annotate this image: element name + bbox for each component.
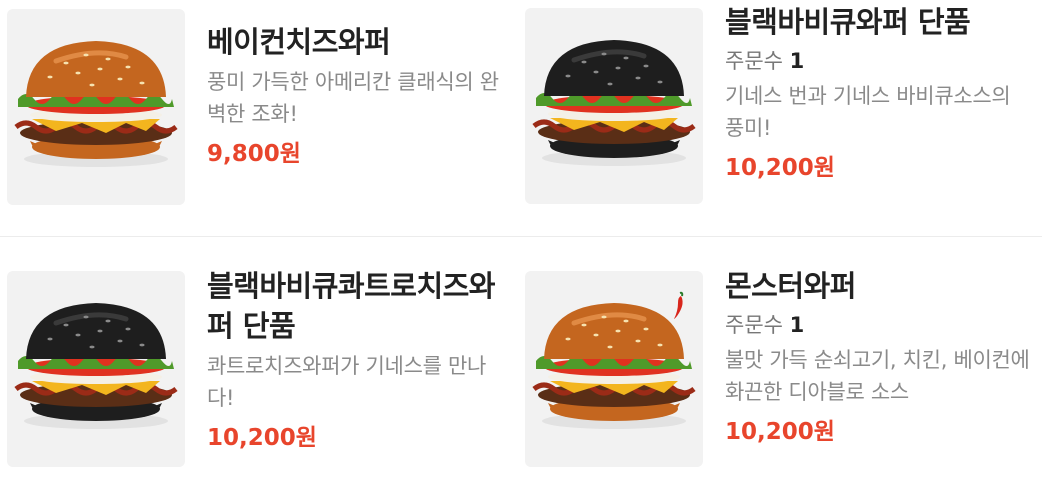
chili-pepper-icon (674, 291, 684, 319)
menu-item-name: 블랙바비큐콰트로치즈와퍼 단품 (207, 269, 495, 343)
menu-item-info: 블랙바비큐콰트로치즈와퍼 단품 콰트로치즈와퍼가 기네스를 만나다! 10,20… (207, 266, 515, 454)
order-count-value: 1 (789, 313, 805, 337)
menu-item-card[interactable]: 블랙바비큐콰트로치즈와퍼 단품 콰트로치즈와퍼가 기네스를 만나다! 10,20… (0, 262, 515, 492)
burger-image (14, 303, 178, 429)
menu-item-description: 풍미 가득한 아메리칸 클래식의 완벽한 조화! (207, 70, 499, 126)
menu-item-price: 10,200원 (207, 425, 317, 451)
menu-item-card[interactable]: 몬스터와퍼 주문수 1 불맛 가득 순쇠고기, 치킨, 베이컨에 화끈한 디아블… (518, 262, 1033, 492)
menu-item-thumbnail (525, 8, 703, 204)
menu-item-description: 불맛 가득 순쇠고기, 치킨, 베이컨에 화끈한 디아블로 소스 (725, 348, 1030, 404)
menu-item-thumbnail (525, 271, 703, 467)
order-count-label: 주문수 (725, 313, 783, 337)
menu-item-card[interactable]: 베이컨치즈와퍼 풍미 가득한 아메리칸 클래식의 완벽한 조화! 9,800원 (0, 0, 515, 230)
menu-item-card[interactable]: 블랙바비큐와퍼 단품 주문수 1 기네스 번과 기네스 바비큐소스의 풍미! 1… (518, 0, 1033, 216)
order-count-label: 주문수 (725, 49, 783, 73)
burger-image (532, 40, 696, 166)
menu-item-price: 10,200원 (725, 419, 835, 445)
burger-image (14, 41, 178, 167)
order-count-value: 1 (789, 49, 805, 73)
row-divider (0, 236, 1042, 237)
menu-item-name: 베이컨치즈와퍼 (207, 25, 391, 59)
menu-item-info: 블랙바비큐와퍼 단품 주문수 1 기네스 번과 기네스 바비큐소스의 풍미! 1… (725, 2, 1033, 184)
menu-item-price: 9,800원 (207, 141, 301, 167)
menu-item-info: 몬스터와퍼 주문수 1 불맛 가득 순쇠고기, 치킨, 베이컨에 화끈한 디아블… (725, 266, 1033, 448)
menu-item-thumbnail (7, 9, 185, 205)
menu-item-name: 몬스터와퍼 (725, 269, 856, 303)
order-count: 주문수 1 (725, 310, 1033, 340)
menu-item-name: 블랙바비큐와퍼 단품 (725, 5, 971, 39)
order-count: 주문수 1 (725, 46, 1033, 76)
menu-item-info: 베이컨치즈와퍼 풍미 가득한 아메리칸 클래식의 완벽한 조화! 9,800원 (207, 22, 515, 170)
menu-item-thumbnail (7, 271, 185, 467)
menu-item-description: 기네스 번과 기네스 바비큐소스의 풍미! (725, 84, 1011, 140)
menu-item-description: 콰트로치즈와퍼가 기네스를 만나다! (207, 354, 487, 410)
menu-item-price: 10,200원 (725, 155, 835, 181)
